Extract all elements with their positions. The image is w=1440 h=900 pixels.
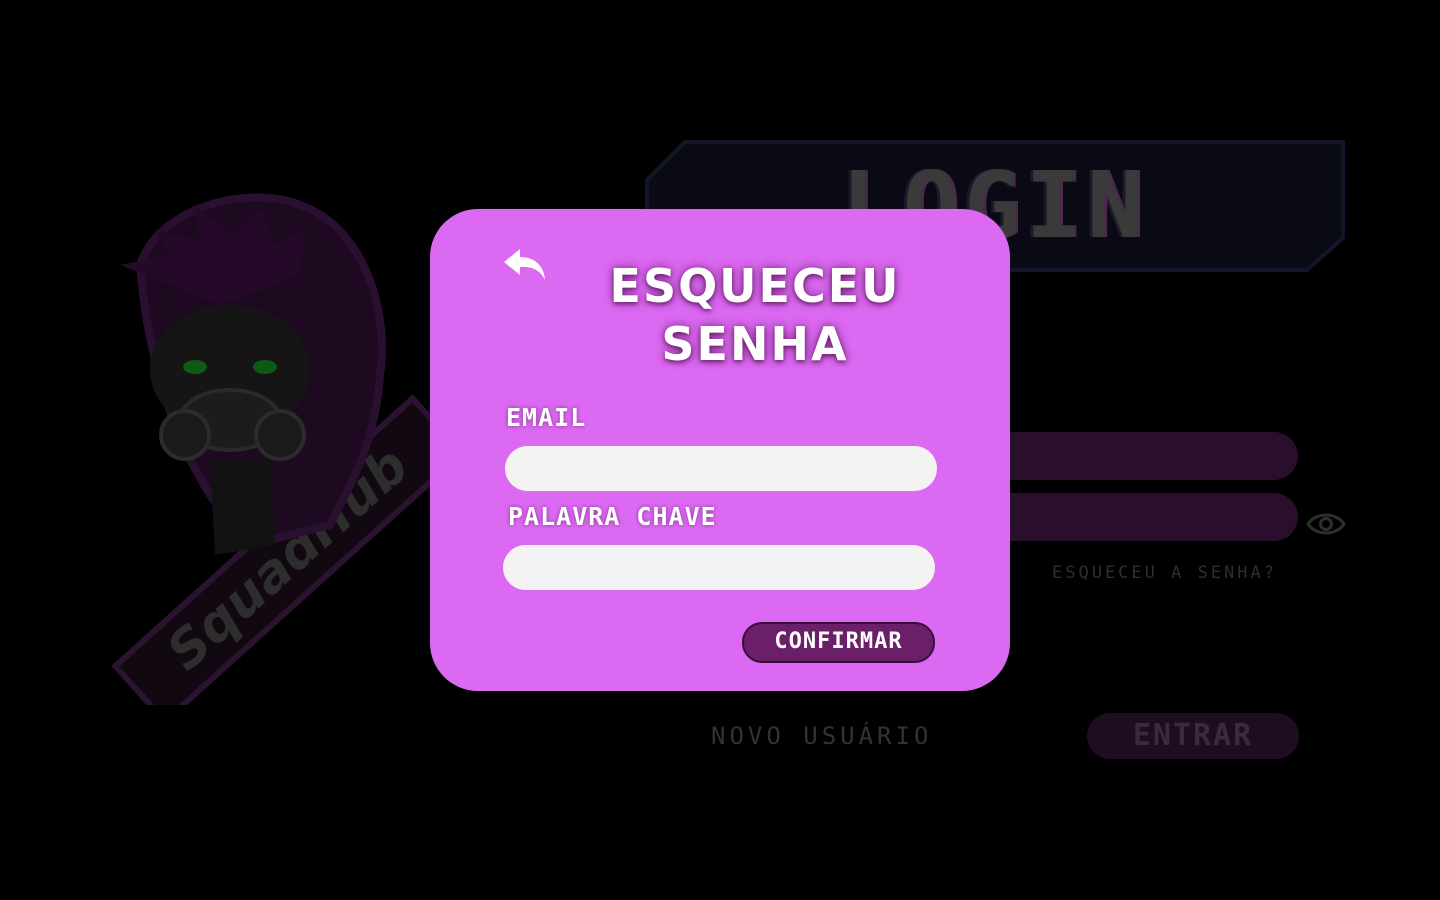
new-user-link: NOVO USUÁRIO xyxy=(711,722,933,750)
password-label: PALAVRA CHAVE xyxy=(508,502,717,531)
forgot-password-link: ESQUECEU A SENHA? xyxy=(1052,563,1277,583)
enter-button: ENTRAR xyxy=(1087,713,1299,759)
modal-title-line2: SENHA xyxy=(661,317,849,371)
modal-title: ESQUECEU SENHA xyxy=(580,257,930,373)
email-label: EMAIL xyxy=(506,403,587,432)
password-input[interactable] xyxy=(503,545,935,590)
back-arrow-icon[interactable] xyxy=(502,247,548,283)
email-input[interactable] xyxy=(505,446,937,491)
background-email-input xyxy=(980,432,1298,480)
forgot-password-modal: ESQUECEU SENHA EMAIL PALAVRA CHAVE CONFI… xyxy=(430,209,1010,691)
confirm-button[interactable]: CONFIRMAR xyxy=(742,622,935,663)
eye-icon xyxy=(1306,513,1346,535)
modal-title-line1: ESQUECEU xyxy=(609,259,901,313)
squadhub-logo: SquadHub xyxy=(111,193,460,705)
background-password-input xyxy=(980,493,1298,541)
